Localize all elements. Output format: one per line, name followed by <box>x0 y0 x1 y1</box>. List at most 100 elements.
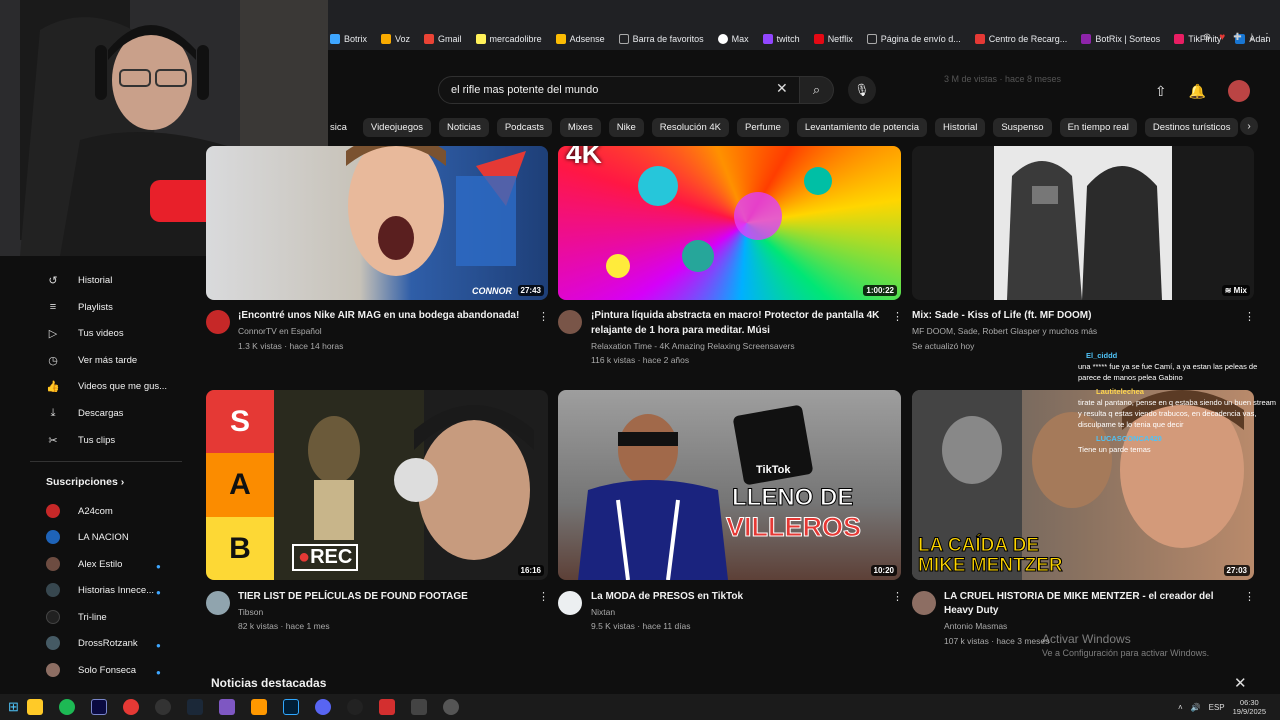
bookmark[interactable]: BotRix | Sorteos <box>1081 34 1160 44</box>
clock[interactable]: 06:30 19/9/2025 <box>1233 698 1266 716</box>
video-thumbnail[interactable]: ≋ Mix <box>912 146 1254 300</box>
bookmark[interactable]: Página de envío d... <box>866 34 961 44</box>
channel-avatar[interactable] <box>558 310 582 334</box>
chip[interactable]: Resolución 4K <box>651 117 729 137</box>
sidebar-item-historial[interactable]: ↺ Historial <box>46 274 112 287</box>
video-title[interactable]: Mix: Sade - Kiss of Life (ft. MF DOOM) <box>912 309 1232 323</box>
chevron-right-icon[interactable]: › <box>1240 117 1258 135</box>
bookmark[interactable]: Botrix <box>330 34 367 44</box>
chip[interactable]: Podcasts <box>496 117 552 137</box>
language-indicator[interactable]: ESP <box>1209 703 1225 712</box>
chip[interactable]: Historial <box>935 117 986 137</box>
more-options-icon[interactable]: ⋮ <box>538 590 549 603</box>
app-icon[interactable] <box>218 699 235 715</box>
download-icon[interactable]: ⤓ <box>1250 32 1254 43</box>
channel-avatar[interactable] <box>912 591 936 615</box>
bookmark[interactable]: Max <box>717 34 749 44</box>
video-title[interactable]: ¡Encontré unos Nike AIR MAG en una bodeg… <box>238 309 528 323</box>
more-options-icon[interactable]: ⋮ <box>892 310 903 323</box>
bookmark[interactable]: Netflix <box>813 34 853 44</box>
clear-search-icon[interactable]: ✕ <box>776 80 788 97</box>
spotify-icon[interactable] <box>58 699 75 715</box>
sidebar-item-liked[interactable]: 👍 Videos que me gus... <box>46 380 167 393</box>
bookmark[interactable]: Gmail <box>424 34 462 44</box>
opera-icon[interactable] <box>122 699 139 715</box>
app-icon[interactable] <box>410 699 427 715</box>
avatar[interactable] <box>1228 80 1250 102</box>
channel-name[interactable]: Relaxation Time - 4K Amazing Relaxing Sc… <box>591 339 795 354</box>
chip[interactable]: Destinos turísticos <box>1144 117 1239 137</box>
channel-name[interactable]: MF DOOM, Sade, Robert Glasper y muchos m… <box>912 324 1097 339</box>
voice-search-button[interactable]: 🎙 <box>848 76 876 104</box>
heart-icon[interactable]: ♥ <box>1219 32 1225 43</box>
photoshop-icon[interactable] <box>282 699 299 715</box>
video-thumbnail[interactable]: 4K 1:00:22 <box>558 146 901 300</box>
channel-name[interactable]: Nixtan <box>591 605 615 620</box>
chip[interactable]: Nike <box>608 117 644 137</box>
video-thumbnail[interactable]: CONNOR 27:43 <box>206 146 548 300</box>
more-options-icon[interactable]: ⋮ <box>1244 590 1255 603</box>
close-icon[interactable]: ✕ <box>1234 674 1247 692</box>
app-icon[interactable] <box>346 699 363 715</box>
more-options-icon[interactable]: ⋮ <box>538 310 549 323</box>
bookmark[interactable]: Centro de Recarg... <box>974 34 1067 44</box>
sidebar-item-ver-mas-tarde[interactable]: ◷ Ver más tarde <box>46 354 137 367</box>
sidebar-subscription[interactable]: Tri-line <box>46 610 107 624</box>
discord-icon[interactable] <box>314 699 331 715</box>
bookmark[interactable]: mercadolibre <box>475 34 542 44</box>
more-options-icon[interactable]: ⋮ <box>892 590 903 603</box>
video-title[interactable]: ¡Pintura líquida abstracta en macro! Pro… <box>591 309 891 323</box>
video-title-line2[interactable]: relajante de 1 hora para meditar. Músi <box>591 324 891 338</box>
chip[interactable]: Mixes <box>559 117 601 137</box>
chevron-up-icon[interactable]: ˄ <box>1178 703 1183 712</box>
video-title[interactable]: LA CRUEL HISTORIA DE MIKE MENTZER - el c… <box>944 590 1244 604</box>
bookmark[interactable]: twitch <box>762 34 800 44</box>
chip[interactable]: Perfume <box>737 117 789 137</box>
search-input[interactable]: el rifle mas potente del mundo <box>438 76 800 104</box>
sidebar-subscription[interactable]: Solo Fonseca <box>46 663 136 677</box>
search-button[interactable]: ⌕ <box>800 76 834 104</box>
sidebar-item-descargas[interactable]: ⤓ Descargas <box>46 407 124 420</box>
speaker-icon[interactable]: 🔊 <box>1191 703 1201 712</box>
chip[interactable]: En tiempo real <box>1059 117 1137 137</box>
steam-icon[interactable] <box>186 699 203 715</box>
upload-icon[interactable]: ⇧ <box>1155 83 1167 100</box>
video-title[interactable]: La MODA de PRESOS en TikTok <box>591 590 881 604</box>
sidebar-item-playlists[interactable]: ≡ Playlists <box>46 301 113 313</box>
windows-start-icon[interactable]: ⊞ <box>8 699 19 715</box>
channel-avatar[interactable] <box>558 591 582 615</box>
chip[interactable]: Levantamiento de potencia <box>796 117 927 137</box>
sidebar-item-tus-clips[interactable]: ✂ Tus clips <box>46 434 115 447</box>
chip[interactable]: Noticias <box>439 117 489 137</box>
puzzle-icon[interactable]: ✚ <box>1233 32 1241 43</box>
file-explorer-icon[interactable] <box>26 699 43 715</box>
chip[interactable]: sica <box>330 118 355 137</box>
subscriptions-heading[interactable]: Suscripciones › <box>46 476 124 488</box>
video-title[interactable]: TIER LIST DE PELÍCULAS DE FOUND FOOTAGE <box>238 590 528 604</box>
sidebar-subscription[interactable]: DrossRotzank <box>46 636 138 650</box>
bookmark[interactable]: Voz <box>381 34 410 44</box>
premiere-icon[interactable] <box>90 699 107 715</box>
menu-icon[interactable]: ⋮ <box>1262 32 1272 43</box>
pin-icon[interactable]: ⊕ <box>1203 32 1211 43</box>
video-thumbnail[interactable]: TikTok LLENO DE VILLEROS 10:20 <box>558 390 901 580</box>
video-title-line2[interactable]: Heavy Duty <box>944 604 1244 618</box>
channel-name[interactable]: ConnorTV en Español <box>238 324 322 339</box>
app-icon[interactable] <box>250 699 267 715</box>
sidebar-subscription[interactable]: LA NACION <box>46 530 129 544</box>
chip[interactable]: Videojuegos <box>362 117 432 137</box>
channel-avatar[interactable] <box>206 591 230 615</box>
chip[interactable]: Suspenso <box>993 117 1052 137</box>
app-icon[interactable] <box>378 699 395 715</box>
sidebar-subscription[interactable]: Alex Estilo <box>46 557 122 571</box>
app-icon[interactable] <box>442 699 459 715</box>
channel-avatar[interactable] <box>206 310 230 334</box>
bookmark[interactable]: Adsense <box>555 34 605 44</box>
video-thumbnail[interactable]: S A B ●REC 16:16 <box>206 390 548 580</box>
sidebar-item-tus-videos[interactable]: ▷ Tus videos <box>46 327 124 340</box>
obs-icon[interactable] <box>154 699 171 715</box>
bell-icon[interactable]: 🔔 <box>1189 83 1206 100</box>
more-options-icon[interactable]: ⋮ <box>1244 310 1255 323</box>
sidebar-subscription[interactable]: A24com <box>46 504 113 518</box>
bookmark[interactable]: Barra de favoritos <box>618 34 704 44</box>
